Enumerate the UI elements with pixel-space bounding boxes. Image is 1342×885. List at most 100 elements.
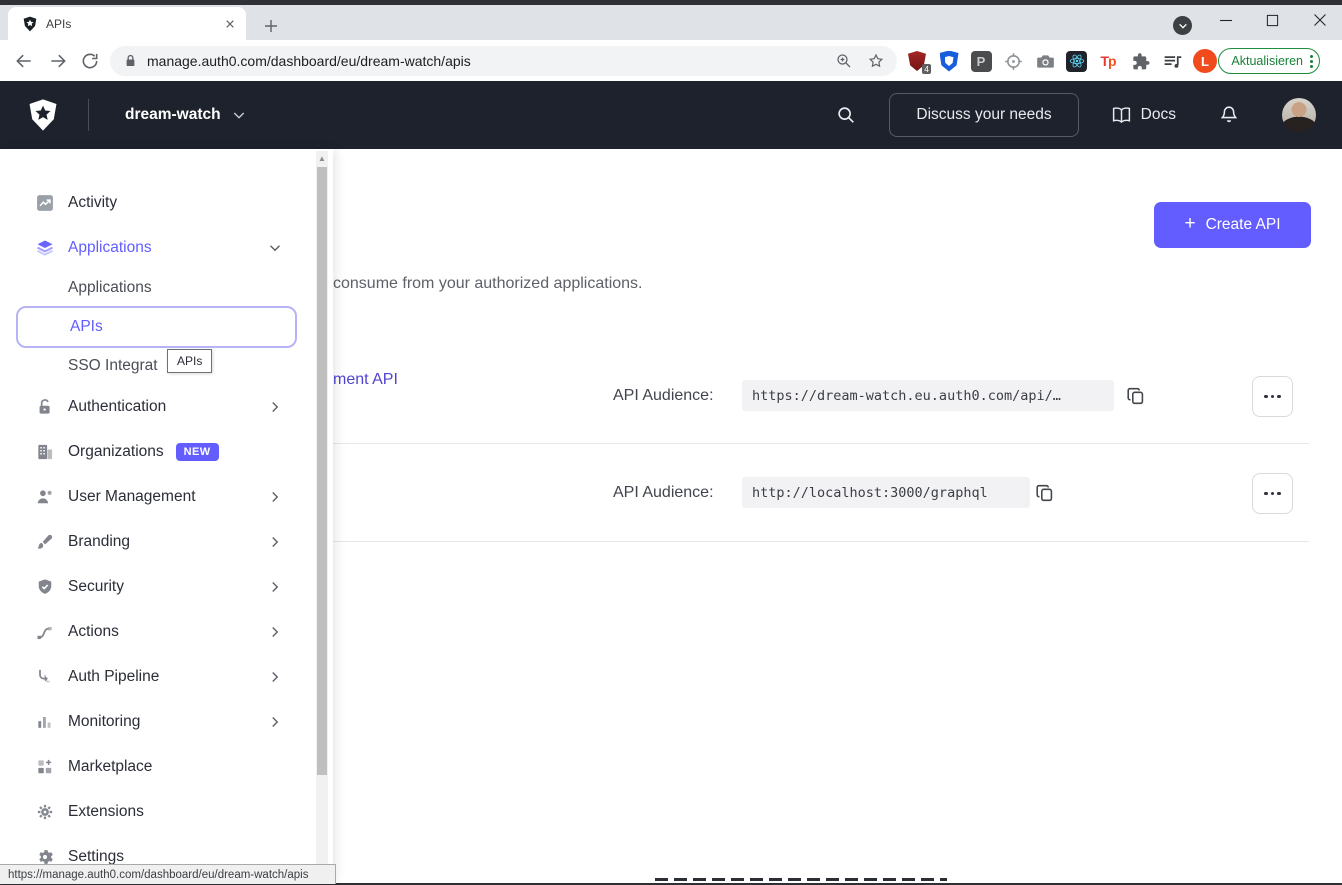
chevron-right-icon: [266, 488, 284, 506]
chevron-down-icon[interactable]: [231, 107, 247, 123]
browser-tab-apis[interactable]: APIs: [8, 7, 246, 40]
copy-icon[interactable]: [1034, 482, 1056, 504]
user-gear-icon: [35, 487, 55, 507]
flow-icon: [35, 622, 55, 642]
status-url: https://manage.auth0.com/dashboard/eu/dr…: [8, 869, 308, 881]
sidebar-item-monitoring[interactable]: Monitoring: [0, 699, 333, 744]
create-api-button[interactable]: + Create API: [1154, 202, 1311, 248]
chevron-right-icon: [266, 578, 284, 596]
row-menu-button[interactable]: [1252, 376, 1293, 417]
app-header: dream-watch Discuss your needs Docs: [0, 81, 1342, 149]
chevron-right-icon: [266, 533, 284, 551]
new-tab-button[interactable]: [258, 13, 284, 39]
window-minimize-button[interactable]: [1217, 12, 1234, 29]
music-queue-extension-icon[interactable]: [1161, 50, 1183, 72]
chevron-down-icon: [266, 239, 284, 257]
url-text[interactable]: manage.auth0.com/dashboard/eu/dream-watc…: [147, 53, 821, 69]
sidebar-item-security[interactable]: Security: [0, 564, 333, 609]
api-audience-value: http://localhost:3000/graphql: [742, 477, 1030, 508]
extensions-row: 4 P Tp L: [906, 46, 1217, 76]
bookmark-star-icon[interactable]: [867, 52, 885, 70]
browser-window: APIs: [0, 0, 1342, 885]
url-bar[interactable]: manage.auth0.com/dashboard/eu/dream-watc…: [110, 46, 897, 76]
tab-search-icon[interactable]: [1173, 16, 1192, 35]
clipped-text-sliver: [655, 878, 947, 881]
docs-label: Docs: [1141, 106, 1176, 124]
browser-menu-icon[interactable]: [1310, 55, 1313, 68]
zoom-level-icon[interactable]: [835, 52, 853, 70]
sidebar-item-applications[interactable]: Applications: [0, 225, 333, 270]
sidebar: Activity Applications Applications APIs: [0, 149, 333, 883]
page-subtitle: consume from your authorized application…: [333, 275, 643, 293]
sidebar-item-applications-sub[interactable]: Applications: [0, 270, 333, 306]
book-icon: [1111, 105, 1132, 126]
extensions-gear-icon: [35, 802, 55, 822]
api-audience-label: API Audience:: [613, 484, 714, 502]
lock-icon[interactable]: [124, 54, 137, 68]
sidebar-item-user-management[interactable]: User Management: [0, 474, 333, 519]
puzzle-extensions-menu-icon[interactable]: [1129, 50, 1151, 72]
bar-chart-icon: [35, 712, 55, 732]
reload-icon[interactable]: [80, 51, 100, 71]
sidebar-item-extensions[interactable]: Extensions: [0, 789, 333, 834]
chevron-right-icon: [266, 668, 284, 686]
sidebar-item-auth-pipeline[interactable]: Auth Pipeline: [0, 654, 333, 699]
forward-icon[interactable]: [48, 51, 68, 71]
bitwarden-extension-icon[interactable]: [938, 50, 960, 72]
tab-close-icon[interactable]: [222, 16, 238, 32]
marketplace-grid-icon: [35, 757, 55, 777]
camera-extension-icon[interactable]: [1034, 50, 1056, 72]
discuss-your-needs-button[interactable]: Discuss your needs: [889, 93, 1078, 137]
user-avatar[interactable]: [1282, 98, 1316, 132]
auth0-logo-icon[interactable]: [26, 98, 60, 132]
tp-extension-icon[interactable]: Tp: [1097, 50, 1119, 72]
copy-icon[interactable]: [1125, 385, 1147, 407]
window-controls: [1217, 5, 1336, 35]
window-maximize-button[interactable]: [1264, 12, 1281, 29]
tab-title: APIs: [46, 17, 222, 31]
plus-icon: +: [1184, 213, 1195, 235]
sidebar-item-apis[interactable]: APIs: [16, 306, 297, 348]
new-badge: NEW: [176, 443, 219, 461]
crosshair-extension-icon[interactable]: [1002, 50, 1024, 72]
sidebar-item-branding[interactable]: Branding: [0, 519, 333, 564]
auth0-favicon-icon: [22, 16, 38, 32]
apis-tooltip: APIs: [167, 349, 212, 373]
organization-building-icon: [35, 442, 55, 462]
sidebar-item-marketplace[interactable]: Marketplace: [0, 744, 333, 789]
sidebar-item-actions[interactable]: Actions: [0, 609, 333, 654]
back-icon[interactable]: [14, 51, 34, 71]
page-content: + Create API consume from your authorize…: [0, 149, 1342, 883]
react-devtools-extension-icon[interactable]: [1066, 51, 1087, 72]
p-extension-icon[interactable]: P: [970, 50, 992, 72]
search-icon[interactable]: [835, 104, 857, 126]
sidebar-item-organizations[interactable]: Organizations NEW: [0, 429, 333, 474]
header-divider: [88, 99, 89, 131]
tenant-selector[interactable]: dream-watch: [125, 106, 221, 124]
ublock-extension-icon[interactable]: 4: [906, 50, 928, 72]
activity-chart-icon: [35, 193, 55, 213]
shield-check-icon: [35, 577, 55, 597]
chevron-right-icon: [266, 398, 284, 416]
notifications-bell-icon[interactable]: [1218, 104, 1240, 126]
api-name-link[interactable]: ment API: [333, 371, 398, 389]
scrollbar-up-arrow-icon[interactable]: ▲: [316, 151, 328, 165]
ublock-badge: 4: [922, 64, 931, 74]
browser-profile-avatar[interactable]: L: [1193, 49, 1217, 73]
window-close-button[interactable]: [1311, 12, 1328, 29]
sidebar-scrollbar[interactable]: ▲: [316, 151, 328, 883]
api-audience-label: API Audience:: [613, 387, 714, 405]
row-menu-button[interactable]: [1252, 473, 1293, 514]
chevron-right-icon: [266, 623, 284, 641]
chevron-right-icon: [266, 713, 284, 731]
pipeline-icon: [35, 667, 55, 687]
scrollbar-thumb[interactable]: [317, 167, 327, 775]
sidebar-item-activity[interactable]: Activity: [0, 180, 333, 225]
docs-link[interactable]: Docs: [1111, 105, 1176, 126]
chrome-update-button[interactable]: Aktualisieren: [1218, 48, 1320, 74]
sidebar-item-authentication[interactable]: Authentication: [0, 384, 333, 429]
tab-strip: APIs: [0, 0, 1342, 40]
api-audience-value: https://dream-watch.eu.auth0.com/api/…: [742, 380, 1114, 411]
layers-icon: [35, 238, 55, 258]
status-bar: https://manage.auth0.com/dashboard/eu/dr…: [0, 864, 336, 884]
